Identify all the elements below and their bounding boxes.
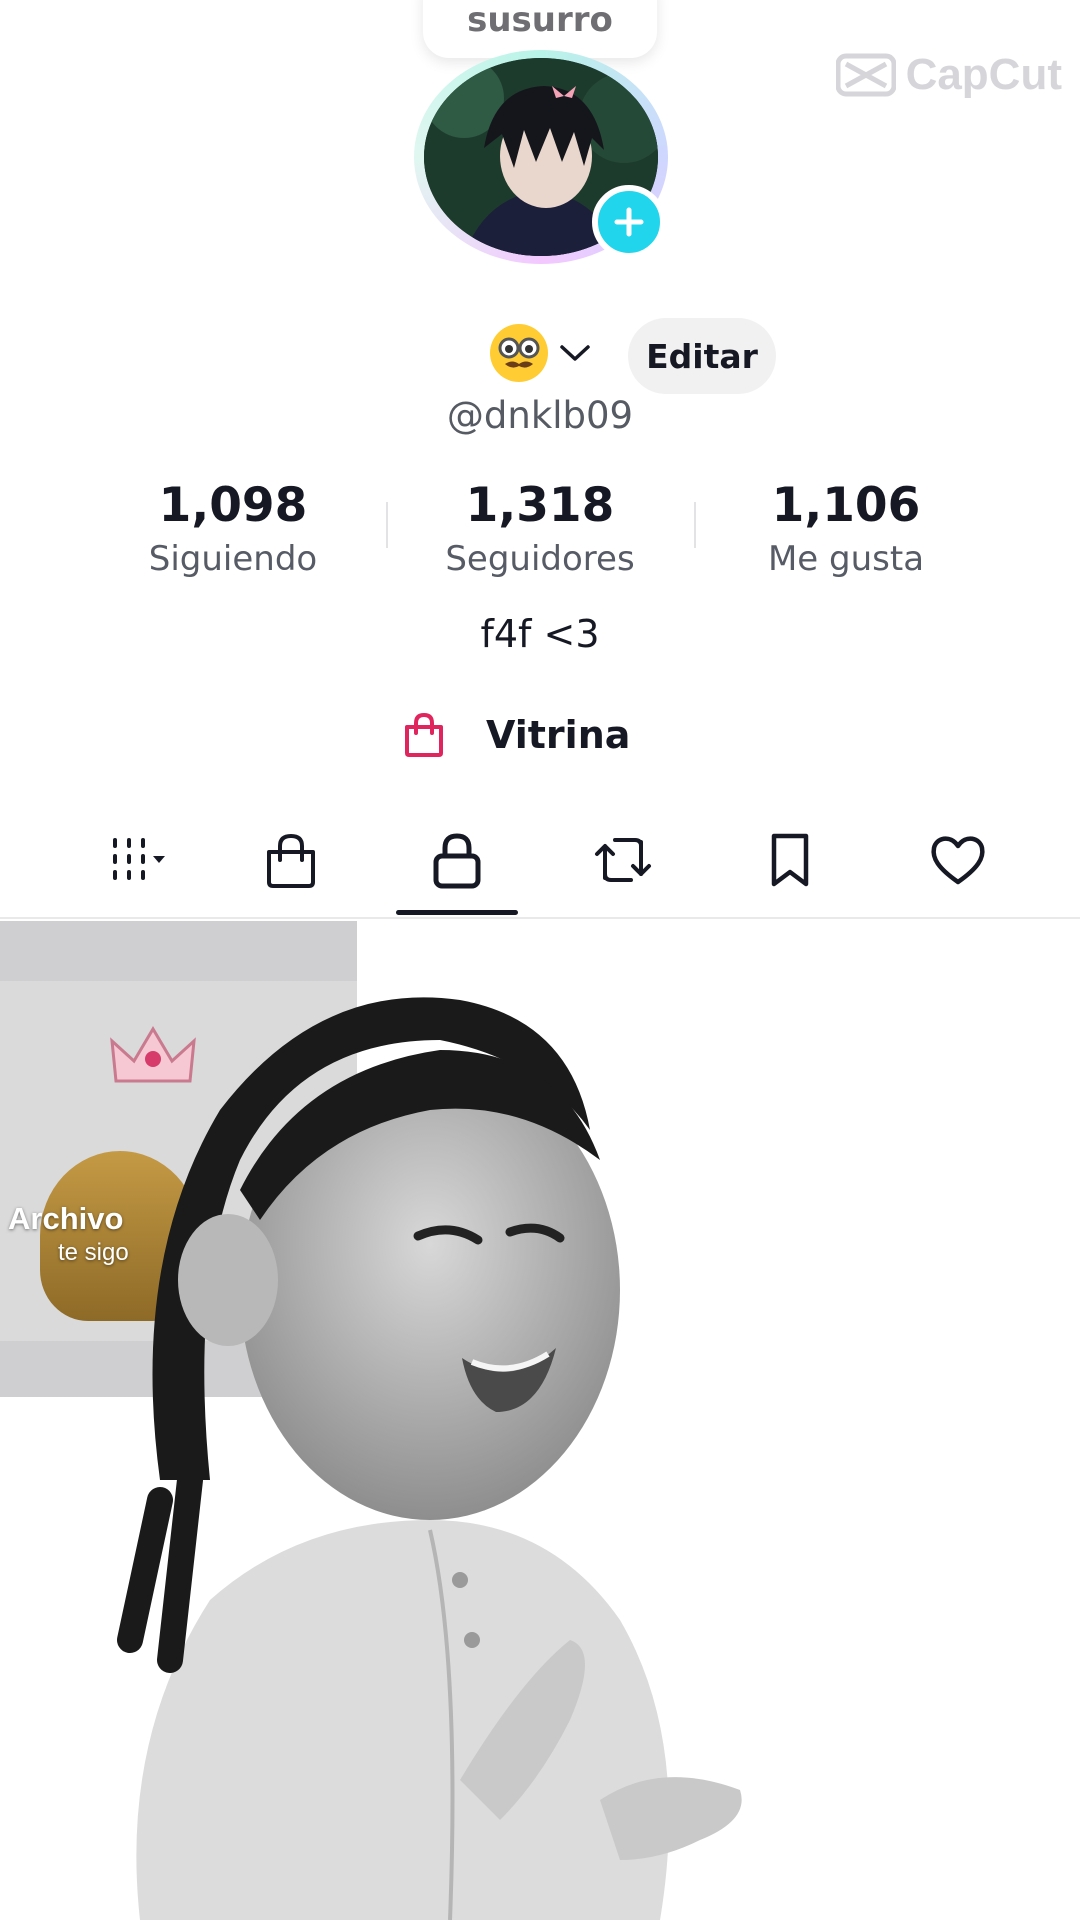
- stat-following[interactable]: 1,098 Siguiendo: [103, 478, 363, 582]
- baby-overlay-image: [117, 997, 742, 1920]
- capcut-logo-icon: [835, 53, 896, 97]
- followers-count: 1,318: [465, 478, 615, 533]
- tab-private[interactable]: [397, 818, 517, 902]
- chevron-down-icon[interactable]: [558, 342, 592, 364]
- followers-label: Seguidores: [445, 539, 635, 579]
- monocle-face-emoji-icon[interactable]: [490, 324, 548, 382]
- following-label: Siguiendo: [148, 539, 318, 579]
- likes-count: 1,106: [771, 478, 921, 533]
- stat-divider: [694, 502, 696, 548]
- username: @dnklb09: [446, 394, 634, 437]
- grid-icon: [113, 838, 165, 880]
- following-count: 1,098: [158, 478, 308, 533]
- capcut-watermark: CapCut: [835, 50, 1062, 100]
- stat-likes[interactable]: 1,106 Me gusta: [716, 478, 976, 582]
- tab-videos[interactable]: [75, 818, 195, 902]
- showcase-link[interactable]: Vitrina: [400, 705, 630, 765]
- story-bubble-text: susurro: [467, 0, 613, 40]
- tab-reposts[interactable]: [563, 818, 683, 902]
- edit-profile-button[interactable]: Editar: [628, 318, 776, 394]
- tab-divider: [0, 917, 1080, 919]
- bookmark-icon: [771, 833, 809, 887]
- tab-favorites[interactable]: [730, 818, 850, 902]
- stat-followers[interactable]: 1,318 Seguidores: [410, 478, 670, 582]
- active-tab-indicator: [396, 910, 518, 915]
- likes-label: Me gusta: [767, 539, 925, 579]
- shopping-bag-icon: [267, 833, 315, 888]
- tab-shop[interactable]: [231, 818, 351, 902]
- lock-icon: [433, 833, 481, 889]
- heart-icon: [931, 836, 985, 885]
- bio: f4f <3: [480, 612, 600, 656]
- plus-icon: [614, 207, 644, 237]
- shopping-bag-icon: [405, 712, 443, 757]
- repost-icon: [595, 838, 651, 882]
- add-story-button[interactable]: [592, 185, 666, 259]
- tab-liked[interactable]: [898, 818, 1018, 902]
- stat-divider: [386, 502, 388, 548]
- showcase-label: Vitrina: [486, 713, 631, 757]
- watermark-text: CapCut: [905, 50, 1062, 99]
